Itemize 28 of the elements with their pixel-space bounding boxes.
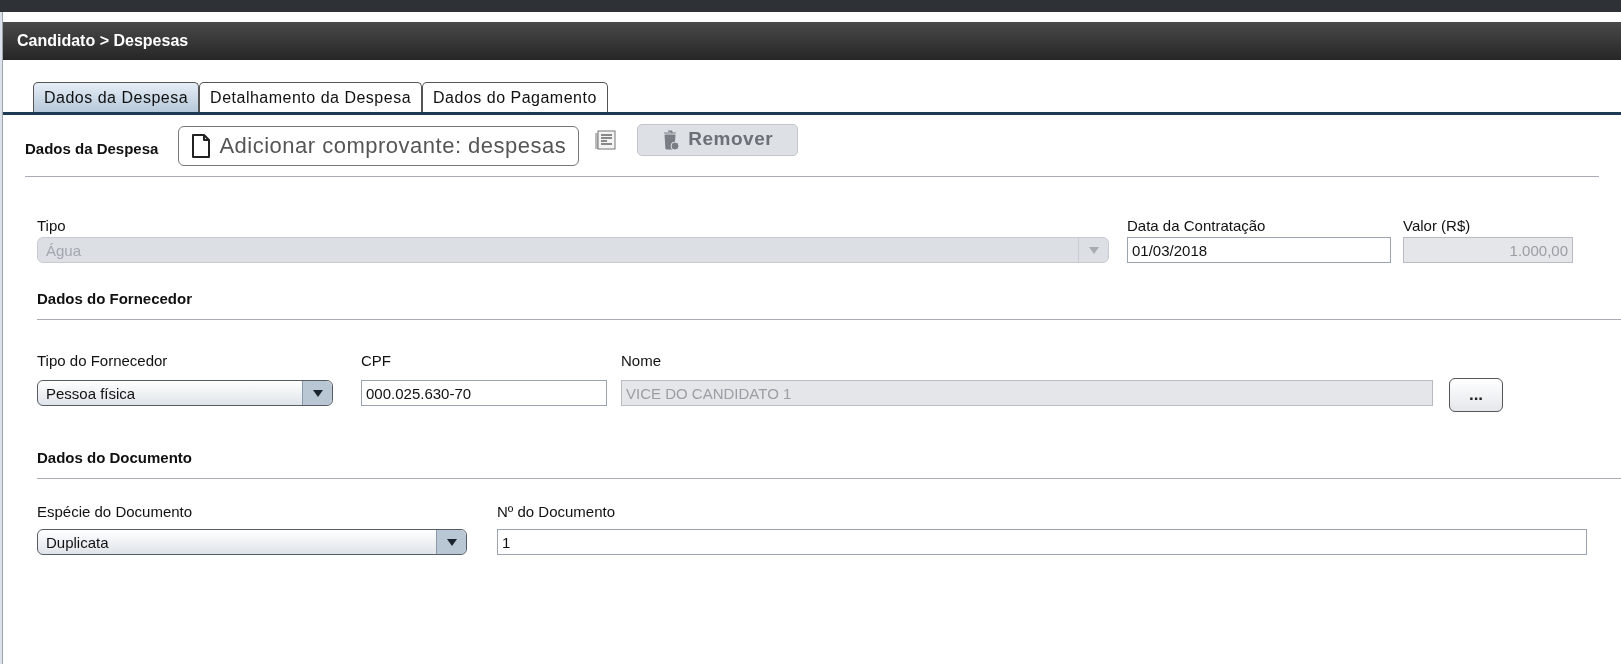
input-field[interactable]: 01/03/2018 (1127, 237, 1391, 263)
document-icon (191, 133, 212, 158)
panel-title: Candidato > Despesas (17, 31, 189, 51)
section-title: Dados do Documento (37, 449, 192, 466)
dropdown-arrow-icon (311, 388, 324, 398)
dropdown-select[interactable]: Duplicata (37, 529, 467, 555)
field-label: Nº do Documento (497, 502, 617, 522)
trash-icon (662, 128, 681, 151)
field-label: CPF (361, 351, 392, 371)
input-field[interactable]: 1 (497, 529, 1587, 555)
documents-icon[interactable] (593, 128, 618, 151)
toolbar-title: Dados da Despesa (25, 139, 159, 160)
section-title: Dados do Fornecedor (37, 290, 193, 307)
field-label: Espécie do Documento (37, 502, 194, 522)
dropdown-arrow-icon (445, 537, 458, 547)
dropdown-arrow-icon (1087, 245, 1100, 255)
field-label: Tipo (37, 216, 67, 236)
tab[interactable]: Dados do Pagamento (422, 82, 608, 112)
tab[interactable]: Detalhamento da Despesa (199, 82, 423, 112)
field-label: Tipo do Fornecedor (37, 351, 169, 371)
field-label: Nome (621, 351, 662, 371)
field-label: Valor (R$) (1403, 216, 1472, 236)
input-field[interactable]: 000.025.630-70 (361, 380, 607, 406)
field-label: Data da Contratação (1127, 216, 1267, 236)
lookup-button[interactable]: ... (1449, 378, 1503, 412)
add-receipt-button[interactable]: Adicionar comprovante: despesas (178, 125, 580, 166)
dropdown-select[interactable]: Pessoa física (37, 380, 333, 406)
tab[interactable]: Dados da Despesa (33, 82, 200, 112)
